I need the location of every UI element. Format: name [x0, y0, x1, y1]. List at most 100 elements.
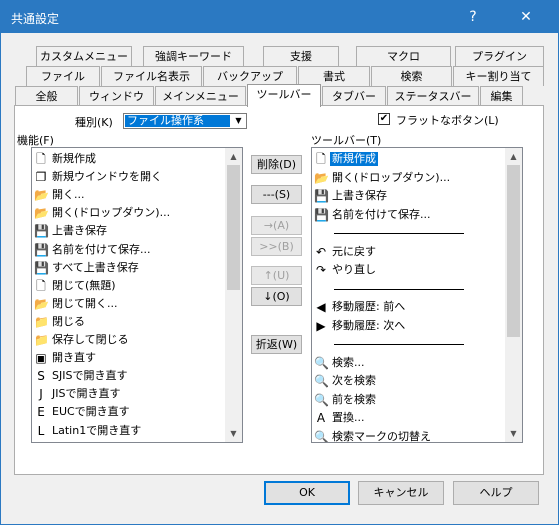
list-item-label: 保存して閉じる: [52, 333, 129, 346]
list-item-label: 上書き保存: [52, 224, 107, 238]
list-item-label: 閉じて(無題): [52, 278, 116, 292]
scroll-up-icon[interactable]: ▲: [225, 148, 242, 165]
open-folder-icon: 📂: [314, 170, 329, 185]
save-icon: 💾: [34, 224, 49, 239]
search-next-icon: 🔍: [314, 374, 329, 388]
save-all-icon: 💾: [34, 260, 49, 275]
list-item-label: EUCで開き直す: [52, 405, 130, 419]
tab-backup[interactable]: バックアップ: [203, 66, 297, 86]
tab-key-assign[interactable]: キー割り当て: [453, 66, 544, 86]
flat-button-label: フラットなボタン(L): [396, 114, 499, 127]
add-button[interactable]: →(A): [251, 216, 302, 235]
list-item-label: 新規作成: [52, 152, 96, 165]
scroll-down-icon[interactable]: ▼: [505, 425, 522, 442]
close-untitled-icon: 🗋: [36, 278, 46, 293]
list-item-label: 閉じる: [52, 314, 85, 328]
separator-line[interactable]: [334, 288, 464, 290]
functions-label: 機能(F): [17, 134, 54, 147]
category-select[interactable]: ファイル操作系 ▼: [123, 113, 247, 129]
list-item-label: 次を検索: [332, 374, 376, 387]
list-item-label: やり直し: [332, 263, 376, 276]
list-item-label: Latin1で開き直す: [52, 423, 142, 437]
close-open-icon: 📂: [34, 296, 49, 311]
scroll-thumb[interactable]: [227, 165, 240, 290]
tab-custom-menu[interactable]: カスタムメニュー: [36, 46, 132, 66]
functions-scrollbar[interactable]: ▲ ▼: [225, 148, 242, 442]
tab-search[interactable]: 検索: [371, 66, 452, 86]
move-up-button[interactable]: ↑(U): [251, 266, 302, 285]
list-item-label: 前を検索: [332, 392, 376, 406]
ok-button[interactable]: OK: [264, 481, 350, 505]
toolbar-scrollbar[interactable]: ▲ ▼: [505, 148, 522, 442]
tab-tabbar[interactable]: タブバー: [322, 86, 386, 106]
tab-macro[interactable]: マクロ: [356, 46, 451, 66]
tab-window[interactable]: ウィンドウ: [79, 86, 154, 106]
list-item-label: SJISで開き直す: [52, 369, 128, 383]
functions-listbox[interactable]: 🗋 新規作成 ❐ 新規ウインドウを開く 📂 開く... 📂 開く(ドロップダウン)... 💾 上書…: [31, 147, 243, 443]
tab-statusbar[interactable]: ステータスバー: [387, 86, 479, 106]
scroll-thumb[interactable]: [507, 165, 520, 337]
list-item-label: 開き直す: [52, 351, 96, 365]
list-item-label: 移動履歴: 次へ: [332, 318, 406, 332]
search-icon: 🔍: [314, 355, 329, 370]
category-label: 種別(K): [75, 116, 113, 129]
undo-icon: ↶: [315, 244, 327, 259]
list-item-label: 名前を付けて保存...: [332, 207, 431, 221]
list-item-label: JISで開き直す: [52, 387, 121, 401]
list-item-label: すべて上書き保存: [52, 260, 139, 274]
tab-highlight-keywords[interactable]: 強調キーワード: [143, 46, 244, 66]
search-prev-icon: 🔍: [314, 392, 329, 407]
save-as-icon: 💾: [34, 242, 49, 257]
document-icon: 🗋: [316, 152, 326, 166]
list-item-label: 新規ウインドウを開く: [52, 170, 162, 184]
toolbar-list-label: ツールバー(T): [311, 134, 382, 147]
list-item-label: 開く...: [52, 188, 85, 202]
tab-format[interactable]: 書式: [298, 66, 370, 86]
insert-button[interactable]: >>(B): [251, 237, 302, 256]
close-title-button[interactable]: ✕: [506, 1, 546, 33]
tab-assist[interactable]: 支援: [263, 46, 339, 66]
list-item-label: 検索マークの切替え: [332, 429, 431, 443]
tab-plugin[interactable]: プラグイン: [455, 46, 544, 66]
cancel-button[interactable]: キャンセル: [358, 481, 444, 505]
toolbar-settings-panel: 種別(K) ファイル操作系 ▼ ✔ フラットなボタン(L) 機能(F) ツールバ…: [14, 105, 544, 475]
list-item-label: 新規作成: [330, 152, 378, 166]
search-mark-icon: 🔍: [314, 429, 329, 443]
redo-icon: ↷: [315, 263, 327, 277]
list-item-label: 開く(ドロップダウン)...: [52, 206, 171, 220]
jis-icon: J: [39, 387, 43, 402]
list-item-label: 元に戻す: [332, 244, 376, 258]
separator-line[interactable]: [334, 344, 464, 345]
tab-filename-display[interactable]: ファイル名表示: [101, 66, 202, 86]
list-item-label: 名前を付けて保存...: [52, 242, 151, 256]
save-icon: 💾: [314, 189, 329, 203]
tab-toolbar[interactable]: ツールバー: [247, 84, 321, 107]
list-item-label: 開く(ドロップダウン)...: [332, 170, 451, 184]
document-icon: 🗋: [36, 152, 46, 166]
toolbar-listbox[interactable]: 🗋 新規作成 📂 開く(ドロップダウン)... 💾 上書き保存 💾 名前を付けて保存... ↶ 元…: [311, 147, 523, 443]
delete-button[interactable]: 削除(D): [251, 155, 302, 174]
open-folder-icon: 📂: [34, 206, 49, 221]
window-title: 共通設定: [11, 12, 60, 26]
list-item-label: 置換...: [332, 411, 365, 424]
separator-button[interactable]: ---(S): [251, 185, 302, 204]
separator-line[interactable]: [334, 233, 464, 234]
save-as-icon: 💾: [314, 207, 329, 222]
help-button[interactable]: ヘルプ: [453, 481, 539, 505]
save-close-icon: 📁: [34, 333, 49, 347]
reopen-icon: ▣: [35, 351, 47, 366]
dialog-window: 共通設定 ? ✕ カスタムメニュー 強調キーワード 支援 マクロ プラグイン フ…: [0, 0, 559, 525]
flat-button-checkbox[interactable]: ✔: [378, 113, 390, 125]
tab-main-menu[interactable]: メインメニュー: [155, 86, 246, 106]
chevron-down-icon: ▼: [235, 116, 242, 125]
wrap-button[interactable]: 折返(W): [251, 335, 302, 354]
scroll-up-icon[interactable]: ▲: [505, 148, 522, 165]
tab-general[interactable]: 全般: [15, 86, 78, 106]
move-down-button[interactable]: ↓(O): [251, 287, 302, 306]
title-bar[interactable]: 共通設定 ? ✕: [1, 1, 558, 33]
tab-file[interactable]: ファイル: [26, 66, 100, 86]
scroll-down-icon[interactable]: ▼: [225, 425, 242, 442]
tab-edit[interactable]: 編集: [480, 86, 523, 106]
help-title-button[interactable]: ?: [453, 1, 493, 33]
sjis-icon: S: [37, 369, 45, 384]
